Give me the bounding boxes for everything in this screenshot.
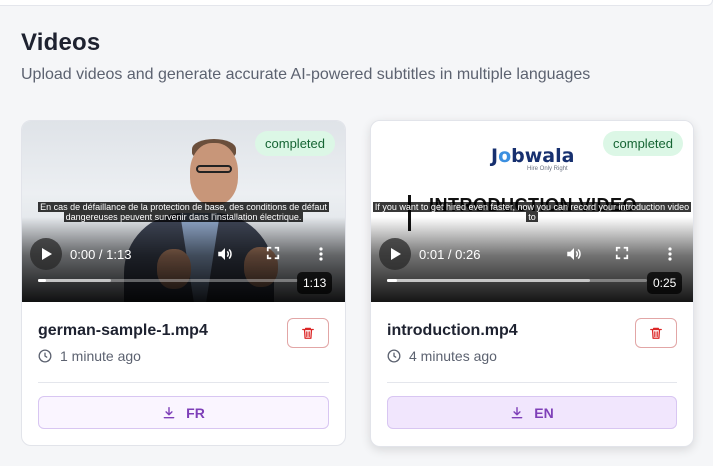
download-subtitle-button[interactable]: EN bbox=[387, 396, 677, 429]
status-badge: completed bbox=[603, 131, 683, 156]
page-subtitle: Upload videos and generate accurate AI-p… bbox=[21, 66, 591, 83]
more-vertical-icon[interactable] bbox=[668, 247, 672, 261]
subtitle-line: to bbox=[526, 212, 538, 222]
file-name: german-sample-1.mp4 bbox=[38, 322, 208, 339]
status-badge: completed bbox=[255, 131, 335, 156]
time-display: 0:00 / 1:13 bbox=[70, 247, 132, 262]
video-card: En cas de défaillance de la protection d… bbox=[21, 120, 346, 446]
top-bar bbox=[0, 0, 713, 6]
delete-button[interactable] bbox=[287, 318, 329, 348]
language-label: EN bbox=[534, 404, 554, 421]
duration-badge: 0:25 bbox=[647, 272, 683, 294]
volume-icon[interactable] bbox=[216, 245, 234, 263]
subtitle-line: If you want to get hired even faster, no… bbox=[372, 202, 692, 212]
subtitle-line: dangereuses peuvent survenir dans l'inst… bbox=[63, 212, 304, 222]
time-display: 0:01 / 0:26 bbox=[419, 247, 481, 262]
download-subtitle-button[interactable]: FR bbox=[38, 396, 329, 429]
progress-bar[interactable] bbox=[387, 279, 647, 282]
page-title: Videos bbox=[21, 29, 101, 56]
clock-icon bbox=[387, 349, 401, 363]
language-label: FR bbox=[186, 404, 205, 421]
fullscreen-icon[interactable] bbox=[615, 246, 629, 260]
logo-tagline: Hire Only Right bbox=[527, 166, 568, 172]
play-button[interactable] bbox=[379, 238, 411, 270]
upload-time-text: 1 minute ago bbox=[60, 348, 141, 364]
subtitle-line: En cas de défaillance de la protection d… bbox=[38, 202, 329, 212]
progress-bar[interactable] bbox=[38, 279, 298, 282]
file-name: introduction.mp4 bbox=[387, 322, 518, 339]
upload-time: 1 minute ago bbox=[38, 348, 141, 364]
divider bbox=[387, 382, 677, 383]
play-button[interactable] bbox=[30, 238, 62, 270]
progress-fill bbox=[38, 279, 46, 282]
progress-fill bbox=[387, 279, 398, 282]
trash-icon bbox=[302, 327, 314, 339]
delete-button[interactable] bbox=[635, 318, 677, 348]
volume-icon[interactable] bbox=[565, 245, 583, 263]
video-card: Jobwala Hire Only Right INTRODUCTION VID… bbox=[370, 120, 694, 447]
duration-badge: 1:13 bbox=[297, 272, 333, 294]
upload-time-text: 4 minutes ago bbox=[409, 348, 497, 364]
fullscreen-icon[interactable] bbox=[266, 246, 280, 260]
divider bbox=[38, 382, 329, 383]
more-vertical-icon[interactable] bbox=[319, 247, 323, 261]
trash-icon bbox=[650, 327, 662, 339]
clock-icon bbox=[38, 349, 52, 363]
download-icon bbox=[163, 406, 175, 418]
upload-time: 4 minutes ago bbox=[387, 348, 497, 364]
download-icon bbox=[511, 406, 523, 418]
jobwala-logo: Jobwala bbox=[491, 145, 575, 167]
